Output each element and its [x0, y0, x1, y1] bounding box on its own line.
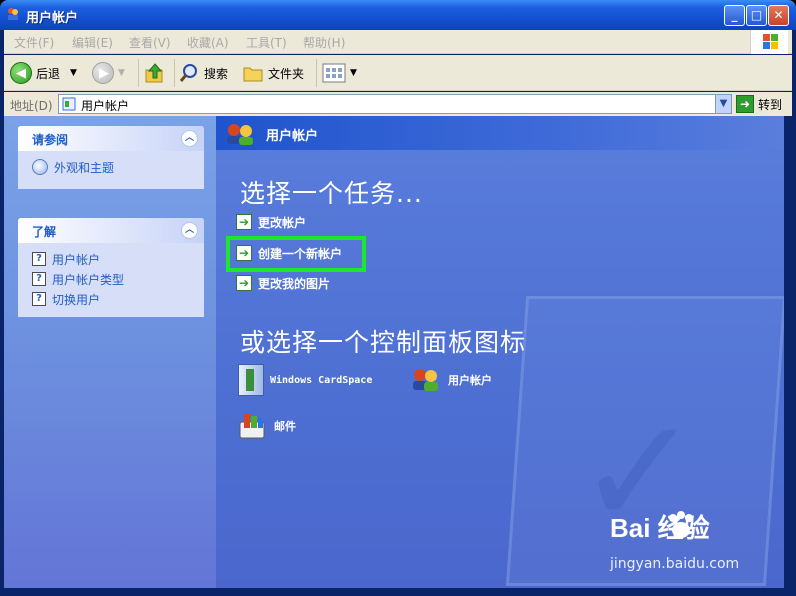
- back-button[interactable]: ◀ 后退 ▼: [10, 61, 77, 85]
- sidebar: 请参阅 ︿ 外观和主题 了解 ︿ ? 用户帐户 ? 用户帐户类型 ? 切换用户: [4, 116, 216, 588]
- address-label: 地址(D): [10, 99, 53, 113]
- search-icon: [179, 64, 197, 82]
- app-window: 用户帐户 _ □ ✕ 文件(F) 编辑(E) 查看(V) 收藏(A) 工具(T)…: [0, 0, 796, 596]
- baidu-url: jingyan.baidu.com: [610, 556, 740, 572]
- menu-tools[interactable]: 工具(T): [246, 34, 287, 51]
- forward-arrow-icon: ▶: [92, 62, 114, 84]
- forward-button[interactable]: ▶ ▼: [92, 61, 125, 85]
- sidebar-item-account-types[interactable]: ? 用户帐户类型: [32, 269, 194, 289]
- user-accounts-icon: [227, 124, 253, 145]
- toolbar-divider: [174, 59, 175, 87]
- toolbar-divider: [316, 59, 317, 87]
- user-accounts-icon: [413, 369, 438, 391]
- sidebar-item-label: 切换用户: [52, 292, 101, 307]
- sidebar-item-appearance-themes[interactable]: 外观和主题: [32, 157, 194, 177]
- folders-button[interactable]: 文件夹: [242, 61, 304, 85]
- menu-edit[interactable]: 编辑(E): [72, 34, 113, 51]
- windows-logo-icon: [750, 30, 788, 54]
- address-dropdown-icon[interactable]: ▼: [715, 95, 731, 113]
- search-label: 搜索: [204, 66, 229, 81]
- task-heading: 选择一个任务...: [240, 179, 423, 208]
- back-label: 后退: [36, 66, 61, 81]
- cp-item-label: Windows CardSpace: [270, 374, 373, 386]
- cp-item-user-accounts[interactable]: 用户帐户: [410, 368, 492, 392]
- task-change-picture[interactable]: ➔ 更改我的图片: [236, 273, 330, 293]
- help-question-icon: ?: [32, 252, 46, 266]
- control-panel-heading: 或选择一个控制面板图标: [240, 328, 527, 357]
- menu-help[interactable]: 帮助(H): [303, 34, 345, 51]
- task-change-account[interactable]: ➔ 更改帐户: [236, 212, 306, 232]
- close-button[interactable]: ✕: [768, 5, 789, 26]
- learn-about-header[interactable]: 了解 ︿: [18, 218, 204, 243]
- task-arrow-icon: ➔: [236, 214, 252, 230]
- task-label: 创建一个新帐户: [258, 246, 343, 261]
- content-header-title: 用户帐户: [266, 129, 319, 144]
- baidu-paw-icon: [669, 511, 693, 538]
- menu-file[interactable]: 文件(F): [14, 34, 54, 51]
- task-create-account[interactable]: ➔ 创建一个新帐户: [236, 243, 342, 263]
- help-question-icon: ?: [32, 292, 46, 306]
- go-label: 转到: [758, 97, 783, 112]
- help-question-icon: ?: [32, 272, 46, 286]
- learn-about-panel: 了解 ︿ ? 用户帐户 ? 用户帐户类型 ? 切换用户: [18, 218, 204, 317]
- menu-bar: 文件(F) 编辑(E) 查看(V) 收藏(A) 工具(T) 帮助(H): [4, 30, 792, 54]
- learn-about-title: 了解: [32, 225, 57, 239]
- collapse-chevron-icon[interactable]: ︿: [181, 222, 198, 239]
- views-button[interactable]: ▼: [322, 61, 357, 85]
- see-also-header[interactable]: 请参阅 ︿: [18, 126, 204, 151]
- cp-item-label: 邮件: [274, 420, 296, 433]
- menu-favorites[interactable]: 收藏(A): [187, 34, 229, 51]
- window-title: 用户帐户: [26, 11, 79, 26]
- toolbar-divider: [138, 59, 139, 87]
- maximize-button[interactable]: □: [746, 5, 767, 26]
- task-arrow-icon: ➔: [236, 275, 252, 291]
- sidebar-item-label: 用户帐户类型: [52, 272, 125, 287]
- collapse-chevron-icon[interactable]: ︿: [181, 130, 198, 147]
- up-folder-button[interactable]: [144, 61, 166, 85]
- folders-label: 文件夹: [268, 66, 305, 81]
- cp-item-cardspace[interactable]: Windows CardSpace: [238, 364, 372, 396]
- cp-item-mail[interactable]: 邮件: [236, 410, 296, 442]
- address-value: 用户帐户: [81, 99, 130, 113]
- sidebar-item-switch-users[interactable]: ? 切换用户: [32, 289, 194, 309]
- task-arrow-icon: ➔: [236, 245, 252, 261]
- see-also-title: 请参阅: [32, 133, 69, 147]
- sidebar-item-label: 外观和主题: [54, 160, 115, 175]
- toolbar: ◀ 后退 ▼ ▶ ▼ 搜索 文件夹 ▼: [4, 55, 792, 91]
- menu-view[interactable]: 查看(V): [129, 34, 171, 51]
- sidebar-item-user-accounts[interactable]: ? 用户帐户: [32, 249, 194, 269]
- see-also-panel: 请参阅 ︿ 外观和主题: [18, 126, 204, 189]
- back-dropdown-icon[interactable]: ▼: [70, 68, 77, 78]
- folders-icon: [243, 67, 263, 82]
- cp-item-label: 用户帐户: [448, 374, 492, 387]
- mail-icon: [239, 414, 265, 439]
- cardspace-icon: [238, 364, 264, 396]
- search-button[interactable]: 搜索: [178, 61, 228, 85]
- task-label: 更改帐户: [258, 215, 307, 230]
- address-input[interactable]: 用户帐户 ▼: [58, 94, 732, 114]
- content-header: 用户帐户: [216, 116, 784, 150]
- views-dropdown-icon[interactable]: ▼: [350, 68, 357, 78]
- minimize-button[interactable]: _: [724, 5, 745, 26]
- back-arrow-icon: ◀: [10, 62, 32, 84]
- address-bar: 地址(D) 用户帐户 ▼ ➜ 转到: [4, 92, 792, 116]
- sidebar-item-label: 用户帐户: [52, 252, 101, 267]
- go-arrow-icon: ➜: [736, 95, 754, 113]
- user-accounts-icon: [8, 8, 18, 20]
- task-label: 更改我的图片: [258, 276, 331, 291]
- go-button[interactable]: ➜ 转到: [736, 94, 782, 114]
- forward-dropdown-icon: ▼: [118, 68, 125, 78]
- views-icon: [322, 63, 346, 83]
- title-bar[interactable]: 用户帐户 _ □ ✕: [0, 0, 796, 30]
- up-folder-icon: [145, 63, 163, 83]
- appearance-themes-icon: [32, 159, 48, 175]
- control-panel-icon: [62, 97, 76, 111]
